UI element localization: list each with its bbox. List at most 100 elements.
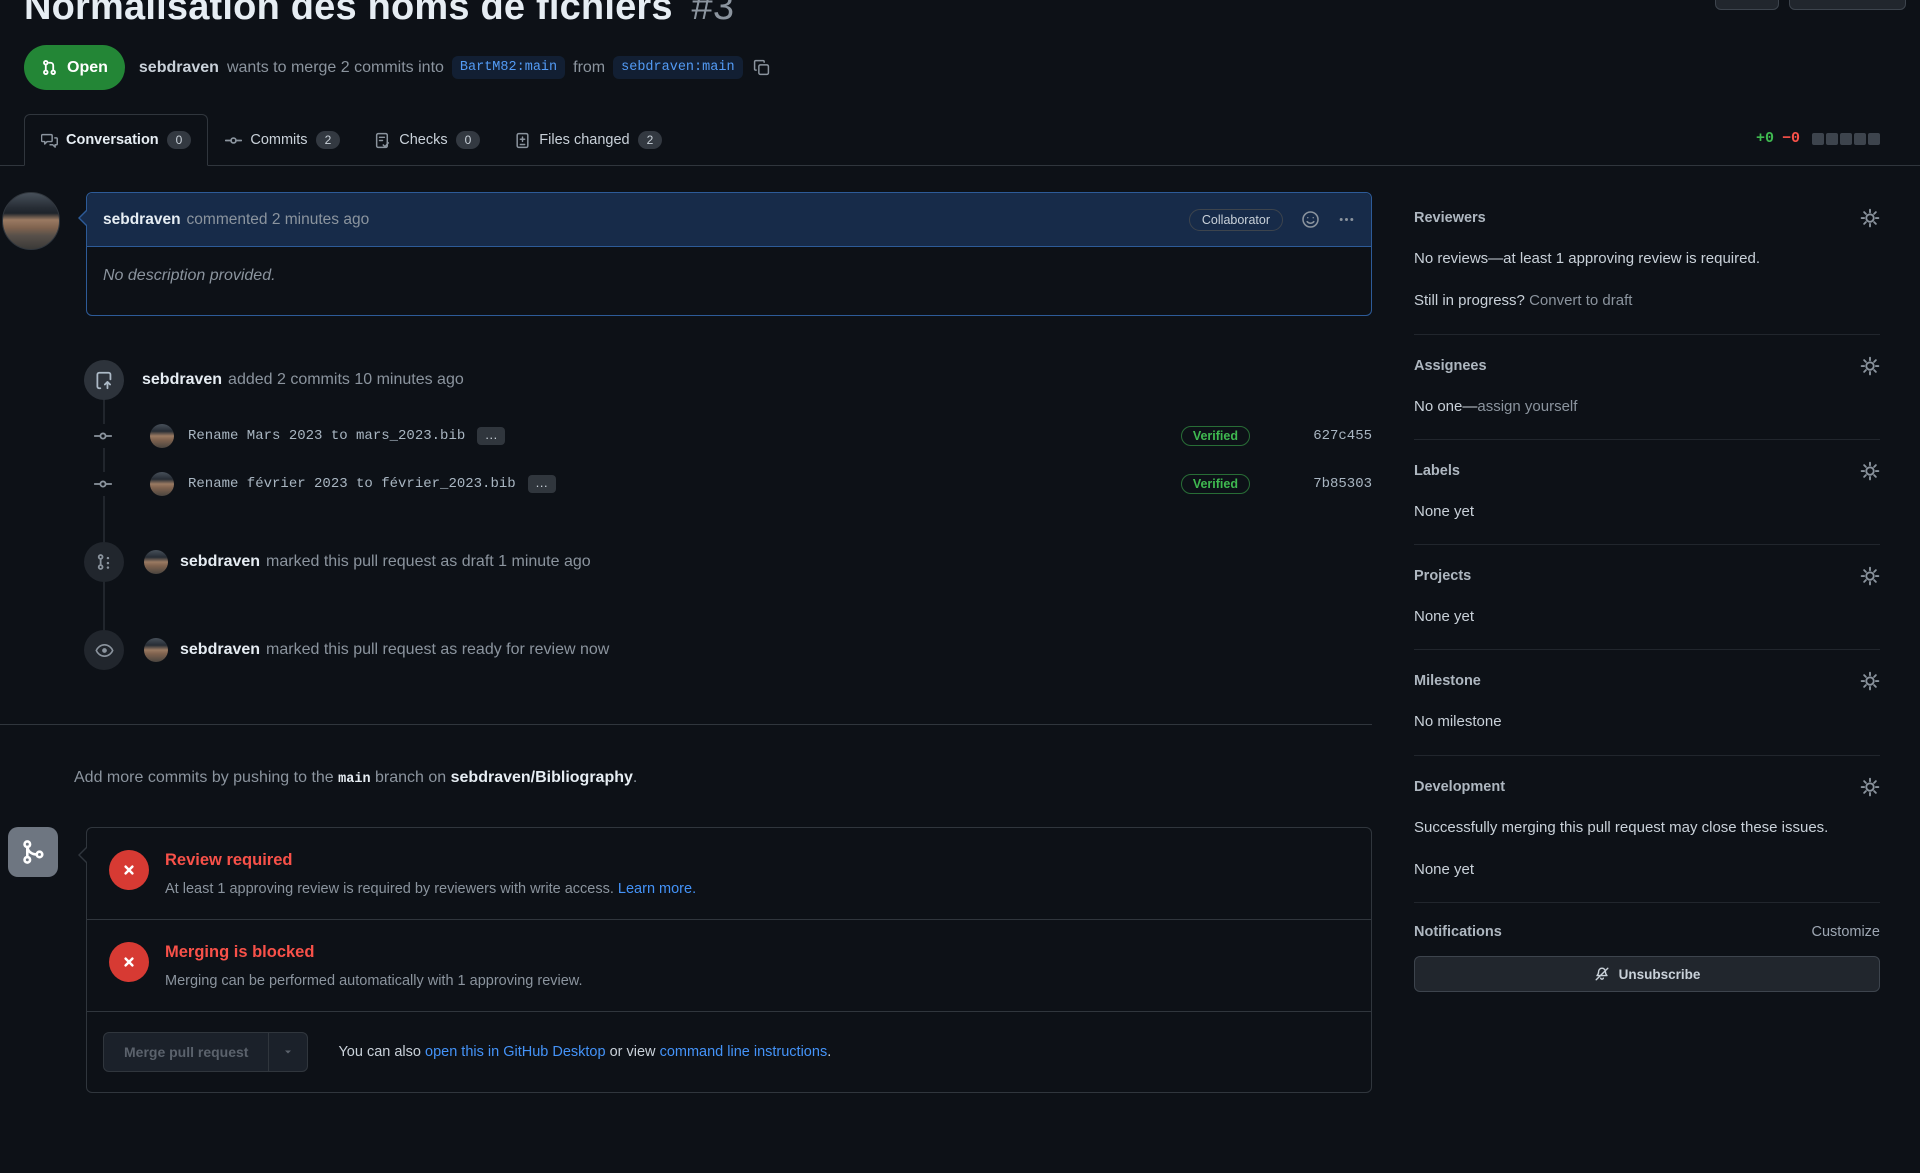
header-actions: Edit Code — [1715, 0, 1906, 10]
github-pr-page: { "header": { "title": "Normalisation de… — [0, 0, 1920, 1151]
merge-pull-request-button[interactable]: Merge pull request — [103, 1032, 269, 1072]
merge-status-row: Review required At least 1 approving rev… — [0, 827, 1372, 1173]
projects-title: Projects — [1414, 568, 1471, 584]
base-branch-label[interactable]: BartM82:main — [452, 56, 565, 79]
chevron-down-icon — [282, 1046, 294, 1058]
repo-push-icon — [84, 360, 124, 400]
commit-expand-button[interactable]: … — [528, 475, 556, 493]
git-commit-icon — [94, 472, 112, 496]
pr-author-link[interactable]: sebdraven — [139, 59, 219, 77]
sidebar-projects: Projects None yet — [1414, 545, 1880, 650]
conversation-column: sebdraven commented 2 minutes ago Collab… — [0, 192, 1372, 1173]
push-note: Add more commits by pushing to the main … — [74, 769, 1372, 787]
comment-discussion-icon — [41, 132, 58, 149]
milestone-settings-button[interactable] — [1860, 671, 1880, 691]
merging-blocked-title: Merging is blocked — [165, 943, 583, 962]
commit-hash-link[interactable]: 627c455 — [1250, 428, 1372, 444]
status-badge: Open — [24, 45, 125, 90]
merge-box: Review required At least 1 approving rev… — [86, 827, 1372, 1093]
merge-actions: Merge pull request You can also open thi… — [87, 1012, 1371, 1092]
diffstat-deletions: −0 — [1782, 130, 1800, 147]
pr-timeline: sebdraven added 2 commits 10 minutes ago… — [0, 360, 1372, 670]
branch-code: main — [338, 772, 370, 787]
reviewers-settings-button[interactable] — [1860, 208, 1880, 228]
tab-conversation[interactable]: Conversation 0 — [24, 114, 208, 166]
pr-number: #3 — [692, 0, 735, 28]
event-text: sebdraven added 2 commits 10 minutes ago — [142, 371, 464, 389]
git-commit-icon — [94, 424, 112, 448]
github-desktop-link[interactable]: open this in GitHub Desktop — [425, 1044, 606, 1060]
comment-author-link[interactable]: sebdraven — [103, 211, 181, 229]
code-button[interactable]: Code — [1789, 0, 1906, 10]
avatar[interactable] — [150, 424, 174, 448]
comment-header-actions: Collaborator — [1189, 209, 1355, 231]
avatar[interactable] — [144, 550, 168, 574]
bell-slash-icon — [1594, 966, 1610, 982]
tab-commits[interactable]: Commits 2 — [208, 114, 357, 166]
copy-branch-button[interactable] — [753, 59, 770, 76]
notifications-title: Notifications — [1414, 924, 1502, 940]
reviewers-empty-text: No reviews—at least 1 approving review i… — [1414, 247, 1880, 270]
assign-yourself-link[interactable]: assign yourself — [1477, 398, 1577, 415]
gear-icon — [1860, 777, 1880, 797]
verified-badge[interactable]: Verified — [1181, 474, 1250, 494]
commit-row: Rename Mars 2023 to mars_2023.bib … Veri… — [0, 424, 1372, 448]
tab-checks[interactable]: Checks 0 — [357, 114, 497, 166]
convert-to-draft-link[interactable]: Convert to draft — [1529, 292, 1632, 309]
labels-empty-text: None yet — [1414, 500, 1880, 523]
git-pull-request-draft-icon — [84, 542, 124, 582]
pr-tabnav: Conversation 0 Commits 2 Checks 0 Files … — [0, 114, 1920, 166]
avatar[interactable] — [150, 472, 174, 496]
commits-added-event: sebdraven added 2 commits 10 minutes ago — [0, 360, 1372, 400]
labels-settings-button[interactable] — [1860, 461, 1880, 481]
projects-settings-button[interactable] — [1860, 566, 1880, 586]
unsubscribe-button[interactable]: Unsubscribe — [1414, 956, 1880, 992]
event-author-link[interactable]: sebdraven — [142, 371, 222, 389]
repo-link[interactable]: sebdraven/Bibliography — [451, 769, 633, 786]
event-author-link[interactable]: sebdraven — [180, 641, 260, 659]
tab-checks-count: 0 — [456, 131, 481, 149]
learn-more-link[interactable]: Learn more. — [618, 881, 696, 897]
comment-options-button[interactable] — [1338, 211, 1355, 228]
assignees-empty-text: No one— — [1414, 398, 1477, 415]
pr-meta-text: sebdraven wants to merge 2 commits into … — [139, 56, 770, 79]
comment-header: sebdraven commented 2 minutes ago Collab… — [87, 193, 1371, 247]
verified-badge[interactable]: Verified — [1181, 426, 1250, 446]
pr-content: sebdraven commented 2 minutes ago Collab… — [0, 166, 1920, 1173]
review-required-title: Review required — [165, 851, 696, 870]
alternate-merge-options: You can also open this in GitHub Desktop… — [338, 1044, 831, 1060]
edit-button[interactable]: Edit — [1715, 0, 1779, 10]
add-reaction-button[interactable] — [1301, 210, 1320, 229]
commit-message-link[interactable]: Rename Mars 2023 to mars_2023.bib — [188, 428, 465, 444]
gear-icon — [1860, 671, 1880, 691]
review-required-body: At least 1 approving review is required … — [165, 881, 696, 897]
commit-expand-button[interactable]: … — [477, 427, 505, 445]
avatar[interactable] — [144, 638, 168, 662]
avatar[interactable] — [2, 192, 60, 250]
merging-blocked-section: Merging is blocked Merging can be perfor… — [87, 920, 1371, 1012]
tab-files-changed[interactable]: Files changed 2 — [497, 114, 679, 166]
commit-message-link[interactable]: Rename février 2023 to février_2023.bib — [188, 476, 516, 492]
git-commit-icon — [225, 132, 242, 149]
milestone-empty-text: No milestone — [1414, 710, 1880, 733]
projects-empty-text: None yet — [1414, 605, 1880, 628]
git-pull-request-icon — [41, 59, 58, 76]
command-line-link[interactable]: command line instructions — [660, 1044, 828, 1060]
development-title: Development — [1414, 779, 1505, 795]
customize-notifications-link[interactable]: Customize — [1812, 924, 1881, 940]
gear-icon — [1860, 356, 1880, 376]
pr-header: Normalisation des noms de fichiers #3 Ed… — [0, 0, 1920, 90]
development-settings-button[interactable] — [1860, 777, 1880, 797]
merge-options-button[interactable] — [268, 1032, 308, 1072]
commit-row: Rename février 2023 to février_2023.bib … — [0, 472, 1372, 496]
development-body-text: Successfully merging this pull request m… — [1414, 816, 1880, 839]
event-author-link[interactable]: sebdraven — [180, 553, 260, 571]
event-text: sebdraven marked this pull request as dr… — [180, 553, 591, 571]
head-branch-label[interactable]: sebdraven:main — [613, 56, 742, 79]
commit-hash-link[interactable]: 7b85303 — [1250, 476, 1372, 492]
assignees-title: Assignees — [1414, 358, 1487, 374]
comment-timestamp[interactable]: commented 2 minutes ago — [187, 211, 370, 229]
assignees-settings-button[interactable] — [1860, 356, 1880, 376]
labels-title: Labels — [1414, 463, 1460, 479]
smiley-icon — [1301, 210, 1320, 229]
